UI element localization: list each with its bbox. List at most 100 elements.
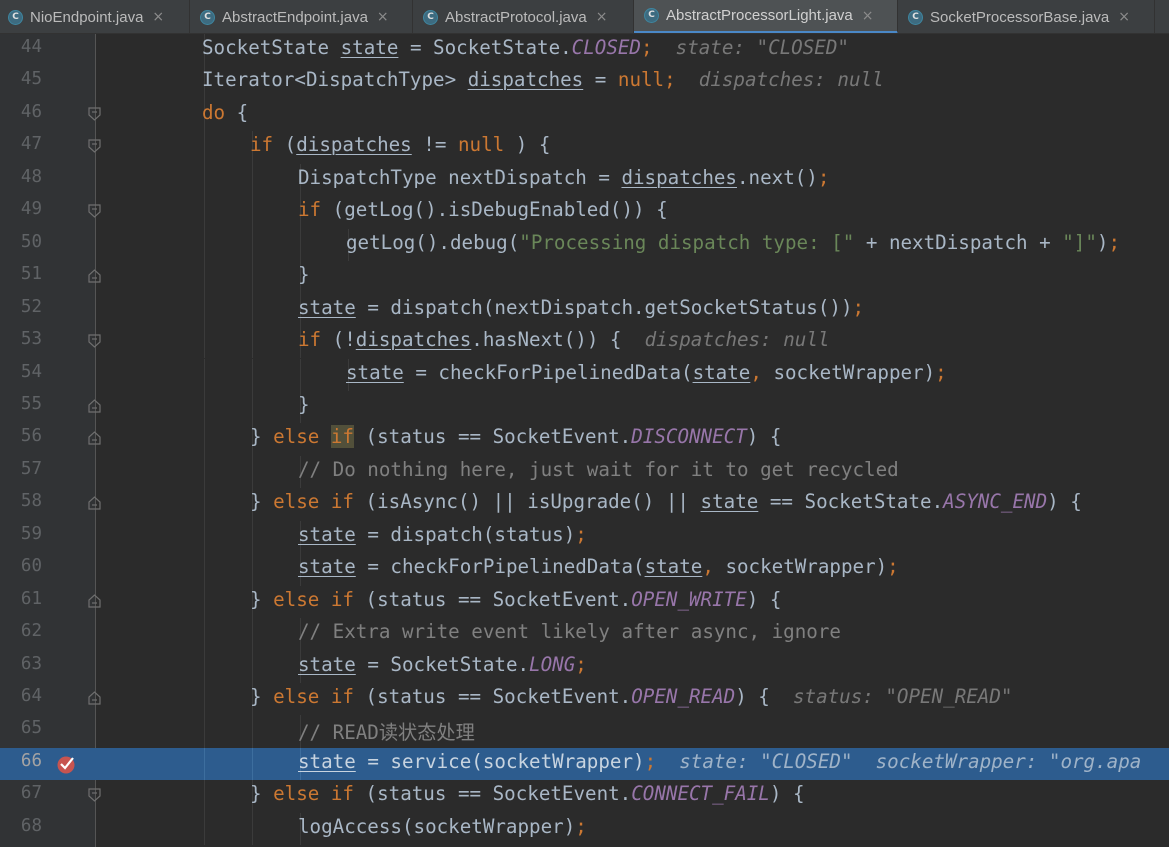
tab-nioendpoint[interactable]: C NioEndpoint.java × — [0, 0, 190, 33]
fold-end-icon[interactable] — [88, 399, 101, 413]
code-token[interactable]: = service(socketWrapper) — [356, 750, 644, 773]
code-token[interactable]: = — [583, 68, 618, 91]
code-text[interactable]: DispatchType nextDispatch = dispatches.n… — [298, 166, 829, 189]
code-token[interactable]: (status == SocketEvent. — [354, 588, 632, 611]
code-text[interactable]: } else if (status == SocketEvent.DISCONN… — [250, 425, 781, 449]
code-token[interactable]: state — [346, 361, 404, 384]
code-token[interactable]: { — [225, 101, 249, 124]
code-line[interactable]: 61} else if (status == SocketEvent.OPEN_… — [0, 585, 1169, 619]
breakpoint-checked-icon[interactable] — [56, 754, 76, 774]
code-line[interactable]: 53 if (!dispatches.hasNext()) { dispatche… — [0, 326, 1169, 359]
code-token[interactable]: DispatchType nextDispatch = — [298, 166, 621, 189]
code-token[interactable]: state — [298, 653, 356, 676]
code-text[interactable]: state = service(socketWrapper); state: "… — [298, 750, 1141, 773]
code-line[interactable]: 49 if (getLog().isDebugEnabled()) { — [0, 196, 1169, 229]
code-token[interactable]: else — [273, 425, 331, 448]
code-line[interactable]: 50 getLog().debug("Processing dispatch ty… — [0, 228, 1169, 262]
code-token[interactable]: , — [750, 361, 762, 384]
code-token[interactable]: null — [458, 133, 504, 156]
code-text[interactable]: // READ读状态处理 — [298, 717, 475, 745]
code-token[interactable]: ; — [575, 815, 587, 838]
code-token[interactable]: else if — [273, 490, 354, 513]
line-number[interactable]: 47 — [0, 134, 42, 154]
code-token[interactable]: ASYNC_END — [943, 490, 1047, 513]
code-token[interactable]: ; — [575, 523, 587, 546]
code-line[interactable]: 67} else if (status == SocketEvent.CONNE… — [0, 780, 1169, 813]
code-token[interactable]: state — [298, 296, 356, 319]
fold-collapse-icon[interactable] — [88, 139, 101, 154]
code-text[interactable]: Iterator<DispatchType> dispatches = null… — [202, 68, 884, 91]
code-line[interactable]: 51} — [0, 261, 1169, 294]
code-token[interactable]: ; — [853, 296, 865, 319]
code-token[interactable]: state — [693, 361, 751, 384]
code-token[interactable]: ( — [273, 133, 297, 156]
code-token[interactable]: } — [298, 393, 310, 416]
code-line[interactable]: 57 // Do nothing here, just wait for it t… — [0, 455, 1169, 489]
line-number[interactable]: 62 — [0, 621, 42, 641]
code-token[interactable]: != — [412, 133, 458, 156]
code-token[interactable]: "]" — [1062, 231, 1097, 254]
line-number[interactable]: 56 — [0, 426, 42, 446]
code-text[interactable]: logAccess(socketWrapper); — [298, 815, 587, 838]
code-token[interactable]: = SocketState. — [356, 653, 529, 676]
code-token[interactable]: } — [298, 263, 310, 286]
code-token[interactable]: getLog().debug( — [346, 231, 519, 254]
code-token[interactable]: if — [330, 425, 354, 449]
close-icon[interactable]: × — [596, 9, 608, 25]
line-number[interactable]: 44 — [0, 37, 42, 57]
code-token[interactable]: + nextDispatch + — [854, 231, 1062, 254]
line-number[interactable]: 48 — [0, 167, 42, 187]
code-text[interactable]: do { — [202, 101, 248, 124]
code-token[interactable]: dispatches — [621, 166, 737, 189]
line-number[interactable]: 59 — [0, 524, 42, 544]
fold-end-icon[interactable] — [88, 431, 101, 445]
code-token[interactable]: ; — [887, 555, 899, 578]
code-token[interactable]: state — [645, 555, 703, 578]
code-token[interactable]: (getLog().isDebugEnabled()) { — [321, 198, 668, 221]
code-token[interactable]: DISCONNECT — [631, 425, 747, 448]
line-number[interactable]: 45 — [0, 69, 42, 89]
close-icon[interactable]: × — [152, 9, 164, 25]
code-token[interactable]: "Processing dispatch type: [" — [519, 231, 854, 254]
code-token[interactable]: ; — [641, 36, 653, 59]
code-text[interactable]: // Do nothing here, just wait for it to … — [298, 458, 899, 481]
code-line[interactable]: 44 SocketState state = SocketState.CLOSED… — [0, 34, 1169, 67]
fold-collapse-icon[interactable] — [88, 107, 101, 121]
fold-collapse-icon[interactable] — [88, 334, 101, 348]
code-text[interactable]: state = SocketState.LONG; — [298, 653, 587, 676]
line-number[interactable]: 61 — [0, 589, 42, 609]
code-text[interactable]: if (!dispatches.hasNext()) { dispatches:… — [298, 328, 829, 351]
code-text[interactable]: } else if (status == SocketEvent.CONNECT… — [250, 782, 805, 805]
code-editor[interactable]: 44 SocketState state = SocketState.CLOSED… — [0, 34, 1169, 847]
fold-collapse-icon[interactable] — [88, 204, 101, 219]
code-token[interactable]: state — [341, 36, 399, 59]
code-token[interactable]: dispatches — [356, 328, 472, 351]
code-token[interactable]: if — [298, 198, 321, 221]
code-token[interactable]: (status == SocketEvent. — [354, 782, 632, 805]
code-token[interactable]: (status == SocketEvent. — [354, 425, 632, 448]
code-token[interactable]: ) { — [770, 782, 805, 805]
code-token[interactable]: } — [250, 685, 273, 708]
line-number[interactable]: 57 — [0, 459, 42, 479]
code-token[interactable]: // Extra write event likely after async,… — [298, 620, 841, 643]
code-token[interactable]: // Do nothing here, just wait for it to … — [298, 458, 899, 481]
code-line[interactable]: 68 logAccess(socketWrapper); — [0, 812, 1169, 846]
code-token[interactable]: (isAsync() || isUpgrade() || — [354, 490, 701, 513]
close-icon[interactable]: × — [1118, 9, 1130, 25]
line-number[interactable]: 64 — [0, 686, 42, 706]
code-line[interactable]: 63 state = SocketState.LONG; — [0, 650, 1169, 683]
code-token[interactable]: state — [298, 750, 356, 773]
code-line[interactable]: 52 state = dispatch(nextDispatch.getSocke… — [0, 293, 1169, 327]
code-token[interactable]: ; — [664, 68, 676, 91]
code-token[interactable]: CONNECT_FAIL — [631, 782, 770, 805]
code-token[interactable]: state — [701, 490, 759, 513]
code-line[interactable]: 56 } else if (status == SocketEvent.DISCO… — [0, 423, 1169, 456]
code-token[interactable]: (! — [321, 328, 356, 351]
line-number[interactable]: 58 — [0, 491, 42, 511]
line-number[interactable]: 55 — [0, 394, 42, 414]
code-token[interactable]: if — [298, 328, 321, 351]
code-token[interactable]: ; — [1108, 231, 1120, 254]
code-line[interactable]: 54 state = checkForPipelinedData(state, s… — [0, 358, 1169, 391]
code-token[interactable]: dispatches — [468, 68, 584, 91]
code-token[interactable]: (status == SocketEvent. — [354, 685, 632, 708]
